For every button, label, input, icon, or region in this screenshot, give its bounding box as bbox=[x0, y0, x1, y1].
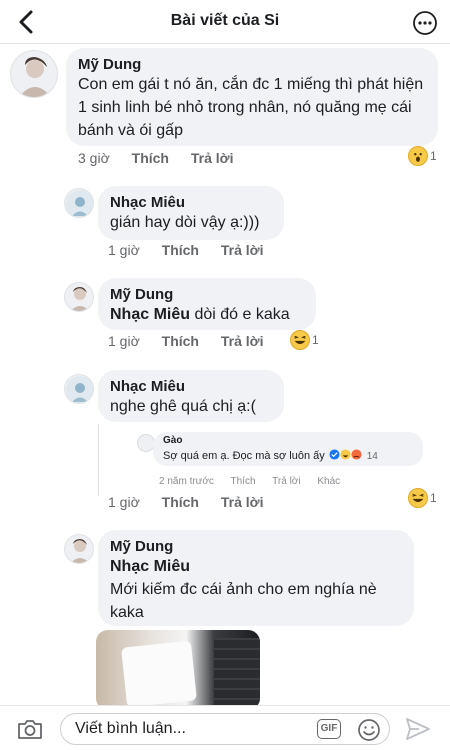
laugh-emoji-icon bbox=[290, 330, 310, 350]
reaction-summary[interactable]: 1 bbox=[290, 330, 319, 350]
like-button[interactable]: Thích bbox=[162, 242, 199, 258]
reaction-count: 1 bbox=[430, 149, 437, 163]
comment-time: 1 giờ bbox=[108, 494, 140, 510]
comment-meta: 1 giờ Thích Trả lời bbox=[108, 333, 282, 349]
like-button[interactable]: Thích bbox=[132, 150, 169, 166]
avatar[interactable] bbox=[64, 534, 94, 564]
mention-tag[interactable]: Nhạc Miêu bbox=[110, 558, 190, 575]
comment-input-placeholder: Viết bình luận... bbox=[75, 720, 186, 737]
embedded-comment-preview[interactable]: Gào Sợ quá em ạ. Đọc mà sợ luôn ấy 14 2 … bbox=[98, 424, 438, 496]
more-button[interactable]: Khác bbox=[317, 476, 340, 487]
comment-bubble: Nhạc Miêu gián hay dòi vậy ạ:))) bbox=[98, 186, 284, 240]
reply-button[interactable]: Trả lời bbox=[191, 150, 234, 166]
laugh-emoji-icon bbox=[408, 488, 428, 508]
comment-meta: 1 giờ Thích Trả lời bbox=[108, 494, 282, 510]
reply-button[interactable]: Trả lời bbox=[221, 494, 264, 510]
avatar[interactable] bbox=[64, 374, 94, 404]
comment-text: nghe ghê quá chị ạ:( bbox=[110, 398, 256, 415]
reaction-summary[interactable]: 1 bbox=[408, 488, 437, 508]
reaction-count: 1 bbox=[312, 333, 319, 347]
comment-time: 3 giờ bbox=[78, 150, 110, 166]
like-button[interactable]: Thích bbox=[162, 333, 199, 349]
reply-button[interactable]: Trả lời bbox=[221, 242, 264, 258]
comment-composer: Viết bình luận... GIF bbox=[0, 705, 450, 750]
comment-bubble: Mỹ Dung Nhạc Miêu Mới kiếm đc cái ảnh ch… bbox=[98, 530, 414, 626]
more-icon[interactable] bbox=[412, 10, 438, 36]
commenter-name[interactable]: Nhạc Miêu bbox=[110, 378, 272, 395]
avatar[interactable] bbox=[10, 50, 58, 98]
avatar[interactable] bbox=[64, 282, 94, 312]
attached-photo[interactable] bbox=[96, 630, 260, 710]
reply-button[interactable]: Trả lời bbox=[221, 333, 264, 349]
send-icon[interactable] bbox=[404, 716, 432, 742]
page-title: Bài viết của Si bbox=[170, 12, 280, 29]
comment-text: Sợ quá em ạ. Đọc mà sợ luôn ấy bbox=[163, 450, 325, 462]
reaction-count: 1 bbox=[430, 491, 437, 505]
comment-bubble: Mỹ Dung Nhạc Miêu dòi đó e kaka bbox=[98, 278, 316, 330]
commenter-name[interactable]: Nhạc Miêu bbox=[110, 194, 272, 211]
reaction-summary[interactable]: 1 bbox=[408, 146, 437, 166]
commenter-name[interactable]: Mỹ Dung bbox=[110, 286, 304, 303]
gif-icon[interactable]: GIF bbox=[317, 719, 341, 739]
comment-meta: 3 giờ Thích Trả lời bbox=[78, 150, 252, 166]
reaction-count: 14 bbox=[366, 451, 378, 462]
comment-meta: 1 giờ Thích Trả lời bbox=[108, 242, 282, 258]
laugh-emoji-icon bbox=[329, 449, 340, 460]
wow-emoji-icon bbox=[408, 146, 428, 166]
avatar[interactable] bbox=[64, 188, 94, 218]
emoji-icon[interactable] bbox=[357, 718, 381, 742]
comment-input[interactable]: Viết bình luận... GIF bbox=[60, 713, 390, 745]
angry-emoji-icon bbox=[351, 449, 362, 460]
comment-text: dòi đó e kaka bbox=[194, 306, 290, 323]
like-button[interactable]: Thích bbox=[162, 494, 199, 510]
comment-meta: 2 năm trước Thích Trả lời Khác bbox=[159, 476, 354, 487]
comment-text: Mới kiếm đc cái ảnh cho em nghía nè kaka bbox=[110, 581, 377, 621]
comment-bubble: Mỹ Dung Con em gái t nó ăn, cắn đc 1 miế… bbox=[66, 48, 438, 146]
commenter-name[interactable]: Mỹ Dung bbox=[110, 538, 402, 555]
comment-time: 1 giờ bbox=[108, 242, 140, 258]
comment-time: 2 năm trước bbox=[159, 476, 214, 487]
mention-tag[interactable]: Nhạc Miêu bbox=[110, 306, 190, 323]
reply-button[interactable]: Trả lời bbox=[272, 476, 300, 487]
camera-icon[interactable] bbox=[16, 717, 44, 741]
laugh-emoji-icon bbox=[340, 449, 351, 460]
comment-time: 1 giờ bbox=[108, 333, 140, 349]
comment-text: Con em gái t nó ăn, cắn đc 1 miếng thì p… bbox=[78, 76, 424, 139]
like-button[interactable]: Thích bbox=[231, 476, 256, 487]
commenter-name: Gào bbox=[163, 435, 183, 446]
comment-bubble: Gào Sợ quá em ạ. Đọc mà sợ luôn ấy 14 bbox=[153, 432, 423, 466]
comment-bubble: Nhạc Miêu nghe ghê quá chị ạ:( bbox=[98, 370, 284, 422]
top-bar: Bài viết của Si bbox=[0, 0, 450, 44]
comment-text: gián hay dòi vậy ạ:))) bbox=[110, 214, 260, 231]
commenter-name[interactable]: Mỹ Dung bbox=[78, 56, 426, 73]
